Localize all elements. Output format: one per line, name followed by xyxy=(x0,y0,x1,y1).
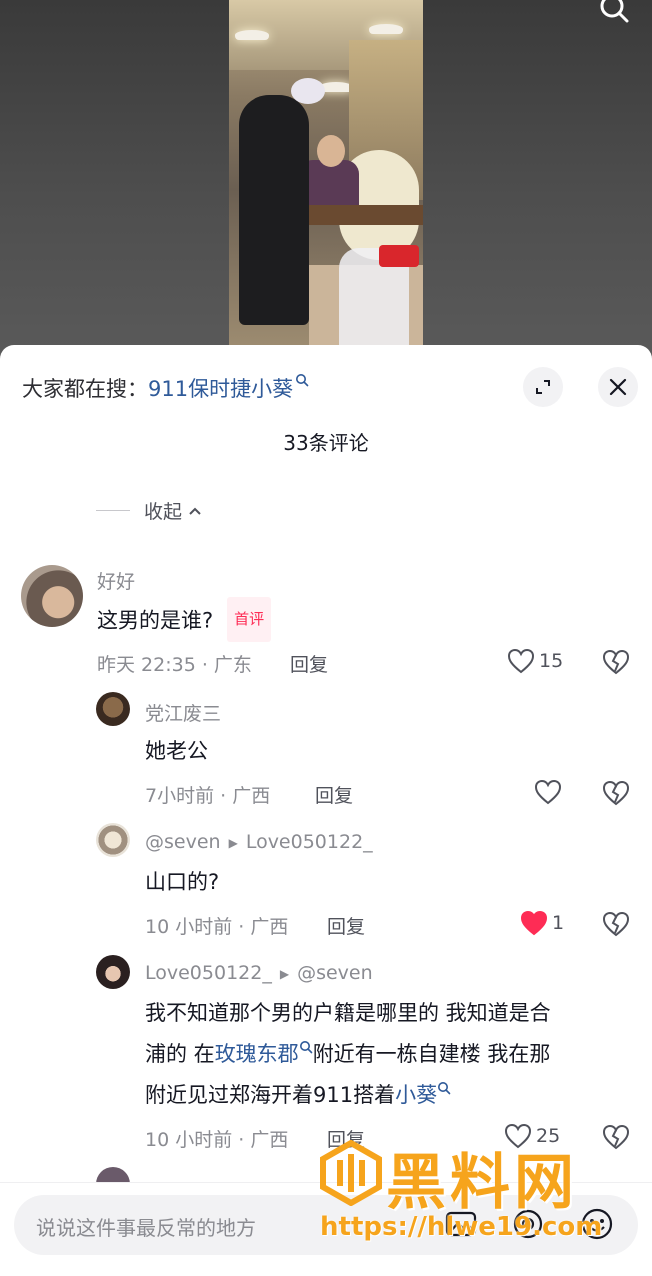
reply-arrow-icon: ▶ xyxy=(228,835,238,850)
comment-meta: 10 小时前 · 广西 xyxy=(145,1129,289,1151)
reply-arrow-icon: ▶ xyxy=(279,966,290,981)
dislike-icon[interactable] xyxy=(602,1124,630,1150)
search-icon[interactable] xyxy=(598,0,630,26)
search-link[interactable]: 玫瑰东郡 xyxy=(215,1042,299,1066)
comment-username[interactable]: 党江废三 xyxy=(145,699,221,726)
close-icon xyxy=(609,378,627,396)
comment-text: 这男的是谁? 首评 xyxy=(97,597,272,644)
like-button[interactable]: 25 xyxy=(504,1123,560,1149)
comment-count: 33条评论 xyxy=(283,431,369,455)
search-icon xyxy=(438,1082,451,1095)
like-button[interactable]: 15 xyxy=(507,648,563,674)
comment-meta: 7小时前 · 广西 xyxy=(145,785,271,807)
dislike-icon[interactable] xyxy=(602,911,630,937)
heart-icon xyxy=(504,1123,532,1149)
comment-body: 这男的是谁? xyxy=(97,608,214,633)
comments-sheet: 大家都在搜：911保时捷小葵 33条评论 收起 好好 这男的是谁? 首评 昨天 2… xyxy=(0,345,652,1276)
image-icon[interactable] xyxy=(444,1207,478,1241)
comment-input-placeholder: 说说这件事最反常的地方 xyxy=(36,1216,256,1240)
comment-username[interactable]: 好好 xyxy=(97,567,135,594)
comment-body: 山口的? xyxy=(145,870,220,894)
comment-username-row: Love050122_ ▶ @seven xyxy=(145,962,373,984)
heart-icon xyxy=(534,779,562,805)
comment-input-bar: 说说这件事最反常的地方 xyxy=(0,1182,652,1276)
comment-meta: 10 小时前 · 广西 xyxy=(145,916,289,938)
comment-username[interactable]: @seven xyxy=(145,831,221,853)
like-button[interactable] xyxy=(534,779,566,805)
divider xyxy=(96,510,130,511)
first-comment-badge: 首评 xyxy=(227,597,272,642)
collapse-button[interactable]: 收起 xyxy=(96,497,202,524)
search-link[interactable]: 小葵 xyxy=(395,1083,437,1107)
comment-username[interactable]: Love050122_ xyxy=(145,962,272,984)
comment-body: 我不知道那个男的户籍是哪里的 我知道是合 浦的 在玫瑰东郡 附近有一栋自建楼 我在… xyxy=(145,1001,551,1107)
collapse-label: 收起 xyxy=(144,501,183,523)
reply-button[interactable]: 回复 xyxy=(290,650,328,677)
close-button[interactable] xyxy=(598,367,638,407)
reply-button[interactable]: 回复 xyxy=(315,781,353,808)
mention-icon[interactable] xyxy=(511,1207,545,1241)
dislike-icon[interactable] xyxy=(602,649,630,675)
trending-search-label: 大家都在搜： xyxy=(22,377,148,401)
avatar[interactable] xyxy=(96,823,130,857)
expand-button[interactable] xyxy=(523,367,563,407)
video-background xyxy=(0,0,652,360)
reply-target[interactable]: @seven xyxy=(297,962,373,984)
like-count: 1 xyxy=(552,912,565,934)
avatar[interactable] xyxy=(96,955,130,989)
avatar[interactable] xyxy=(96,692,130,726)
comment-username-row: @seven ▶ Love050122_ xyxy=(145,831,373,853)
heart-filled-icon xyxy=(520,910,548,936)
like-count: 15 xyxy=(539,650,564,672)
like-count: 25 xyxy=(536,1125,561,1147)
reply-button[interactable]: 回复 xyxy=(327,912,365,939)
chevron-up-icon xyxy=(189,507,201,515)
emoji-icon[interactable] xyxy=(580,1207,614,1241)
heart-icon xyxy=(507,648,535,674)
like-button[interactable]: 1 xyxy=(520,910,564,936)
comment-meta: 昨天 22:35 · 广东 xyxy=(97,654,252,676)
video-thumbnail[interactable] xyxy=(229,0,423,345)
search-icon xyxy=(296,374,309,387)
search-icon xyxy=(299,1041,312,1054)
avatar[interactable] xyxy=(21,565,83,627)
reply-target[interactable]: Love050122_ xyxy=(246,831,373,853)
dislike-icon[interactable] xyxy=(602,780,630,806)
trending-search[interactable]: 大家都在搜：911保时捷小葵 xyxy=(22,373,309,403)
reply-button[interactable]: 回复 xyxy=(327,1125,365,1152)
trending-search-keyword[interactable]: 911保时捷小葵 xyxy=(148,377,293,401)
comment-body: 她老公 xyxy=(145,739,208,763)
expand-icon xyxy=(536,380,550,394)
